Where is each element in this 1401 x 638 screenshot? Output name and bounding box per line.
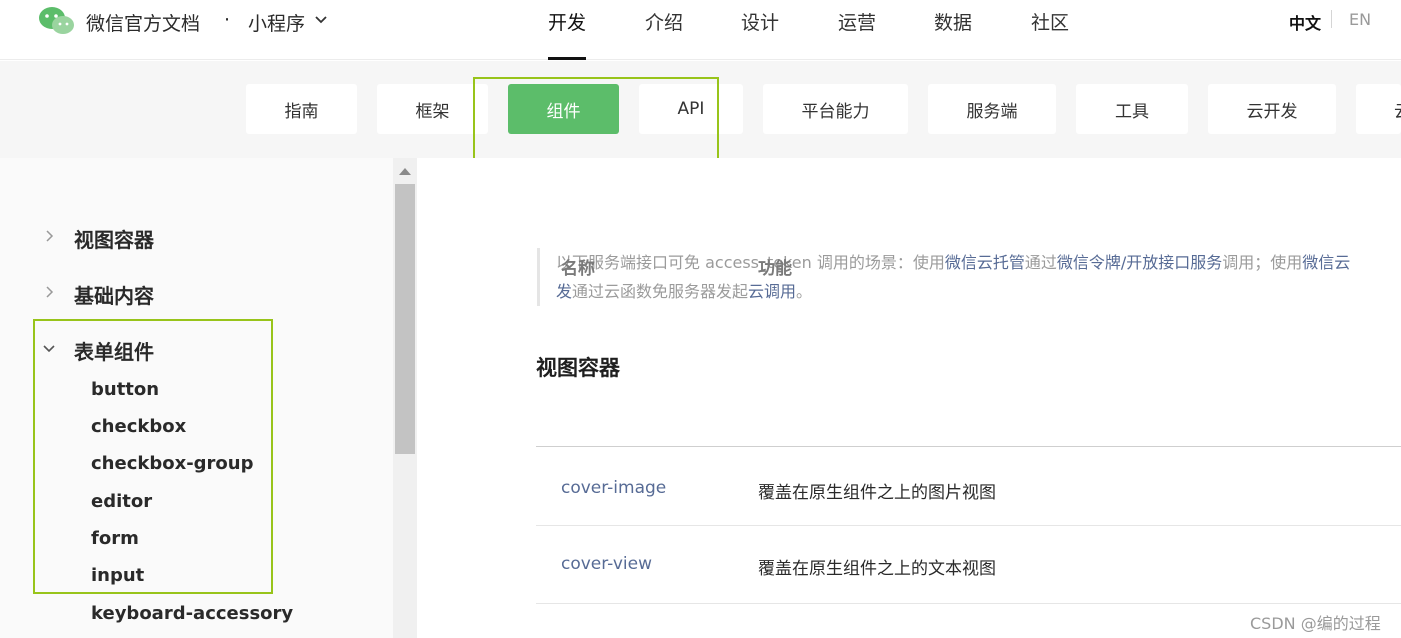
- scroll-thumb[interactable]: [395, 184, 415, 454]
- note-text: 。: [796, 282, 813, 301]
- link-cloud-call[interactable]: 云调用: [748, 282, 796, 301]
- table-cell-desc: 覆盖在原生组件之上的图片视图: [758, 483, 996, 503]
- table-cell-name-cover-image[interactable]: cover-image: [561, 478, 666, 498]
- sidebar-item-view-container[interactable]: 视图容器: [74, 224, 154, 253]
- tab-framework[interactable]: 框架: [377, 84, 488, 134]
- nav-develop[interactable]: 开发: [548, 8, 586, 35]
- highlight-box-form-group: [33, 319, 273, 594]
- nav-community[interactable]: 社区: [1031, 8, 1069, 35]
- nav-active-indicator: [548, 57, 586, 60]
- table-row-divider: [536, 525, 1401, 526]
- info-note: 以下服务端接口可免 access_token 调用的场景：使用微信云托管通过微信…: [537, 248, 1401, 306]
- tab-server[interactable]: 服务端: [928, 84, 1056, 134]
- chevron-right-icon[interactable]: [42, 285, 56, 299]
- tab-tools[interactable]: 工具: [1076, 84, 1188, 134]
- chevron-down-icon[interactable]: [313, 12, 329, 28]
- sidebar-subitem-keyboard-accessory[interactable]: keyboard-accessory: [91, 603, 293, 624]
- note-line-1: 以下服务端接口可免 access_token 调用的场景：使用微信云托管通过微信…: [556, 248, 1401, 277]
- top-header: 微信官方文档 · 小程序 开发 介绍 设计 运营 数据 社区 中文 EN: [0, 0, 1401, 60]
- note-text: 通过云函数免服务器发起: [572, 282, 749, 301]
- link-wechat-cloud-dev-cont[interactable]: 发: [556, 282, 572, 301]
- column-header-name: 名称: [561, 259, 595, 279]
- note-text: 以下服务端接口可免 access_token 调用的场景：使用: [556, 253, 945, 272]
- column-header-description: 功能: [758, 259, 792, 279]
- nav-operation[interactable]: 运营: [838, 8, 876, 35]
- section-title: 视图容器: [536, 356, 620, 380]
- page: 微信官方文档 · 小程序 开发 介绍 设计 运营 数据 社区 中文 EN 指南 …: [0, 0, 1401, 638]
- lang-english[interactable]: EN: [1349, 10, 1371, 29]
- nav-data[interactable]: 数据: [934, 8, 972, 35]
- note-line-2: 发通过云函数免服务器发起云调用。: [556, 277, 1401, 306]
- tab-cloud-dev[interactable]: 云开发: [1208, 84, 1336, 134]
- watermark: CSDN @编的过程: [1250, 614, 1381, 633]
- note-text: 调用；使用: [1222, 253, 1303, 272]
- brand-title[interactable]: 微信官方文档: [86, 9, 200, 36]
- nav-design[interactable]: 设计: [741, 8, 779, 35]
- brand-separator: ·: [224, 9, 231, 31]
- nav-intro[interactable]: 介绍: [645, 8, 683, 35]
- link-wechat-token-service[interactable]: 微信令牌/开放接口服务: [1057, 253, 1222, 272]
- product-switcher[interactable]: 小程序: [248, 9, 305, 36]
- tab-guide[interactable]: 指南: [246, 84, 357, 134]
- table-cell-desc: 覆盖在原生组件之上的文本视图: [758, 559, 996, 579]
- link-wechat-cloud-hosting[interactable]: 微信云托管: [945, 253, 1025, 272]
- lang-chinese[interactable]: 中文: [1289, 10, 1321, 34]
- chevron-right-icon[interactable]: [42, 229, 56, 243]
- scroll-up-arrow-icon[interactable]: [399, 168, 411, 175]
- table-row-divider: [536, 603, 1401, 604]
- sidebar-scrollbar[interactable]: [393, 158, 417, 638]
- wechat-logo-icon[interactable]: [38, 6, 76, 36]
- table-header-divider: [536, 446, 1401, 447]
- tab-cloud-more[interactable]: 云: [1356, 84, 1401, 134]
- link-wechat-cloud-dev[interactable]: 微信云: [1302, 253, 1350, 272]
- tab-platform[interactable]: 平台能力: [763, 84, 908, 134]
- lang-divider: [1331, 10, 1332, 28]
- sidebar-item-basic-content[interactable]: 基础内容: [74, 280, 154, 309]
- note-text: 通过: [1024, 253, 1057, 272]
- table-cell-name-cover-view[interactable]: cover-view: [561, 554, 652, 574]
